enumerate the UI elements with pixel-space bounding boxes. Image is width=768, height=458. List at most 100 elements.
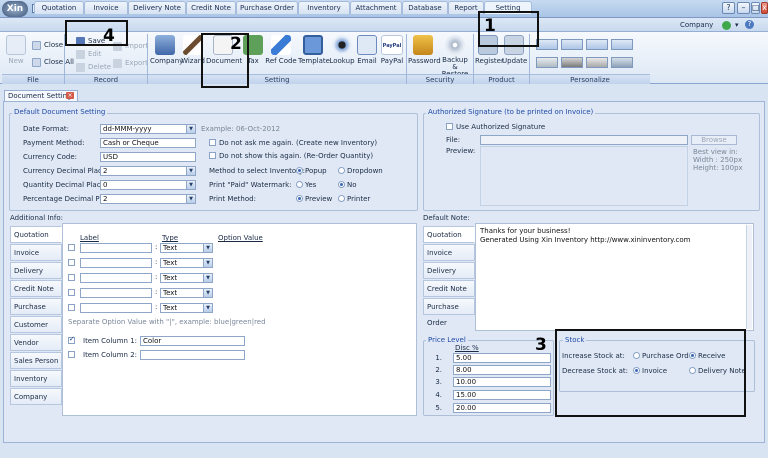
printer-radio[interactable]	[338, 195, 345, 202]
dropdown-radio[interactable]	[338, 167, 345, 174]
note-scrollbar[interactable]	[746, 225, 752, 329]
file-path-input[interactable]	[480, 135, 688, 145]
chevron-down-icon[interactable]: ▼	[203, 259, 212, 267]
currency-decimal-stepper[interactable]: 2 ▼	[100, 166, 196, 176]
row-type-select[interactable]: Text ▼	[160, 273, 213, 283]
quantity-decimal-stepper[interactable]: 0 ▼	[100, 180, 196, 190]
row-enable-checkbox[interactable]	[68, 259, 75, 266]
payment-method-input[interactable]: Cash or Cheque	[100, 138, 196, 148]
tab-invoice[interactable]: Invoice	[84, 1, 128, 14]
note-tab-purchase-order[interactable]: Purchase Order	[423, 298, 475, 327]
chevron-down-icon[interactable]: ▼	[186, 195, 195, 203]
info-tab-purchase-order[interactable]: Purchase Order	[10, 298, 62, 327]
theme-swatch[interactable]	[536, 39, 558, 50]
row-type-select[interactable]: Text ▼	[160, 243, 213, 253]
row-label-input[interactable]	[80, 243, 152, 253]
chevron-down-icon[interactable]: ▾	[735, 21, 739, 29]
row-type-select[interactable]: Text ▼	[160, 258, 213, 268]
paypal-button[interactable]: PayPal PayPal	[380, 34, 404, 72]
row-label-input[interactable]	[80, 258, 152, 268]
theme-swatch[interactable]	[611, 39, 633, 50]
close-icon[interactable]: ×	[66, 92, 74, 99]
edit-button[interactable]: Edit	[76, 49, 102, 60]
email-button[interactable]: Email	[356, 34, 378, 72]
popup-radio[interactable]	[296, 167, 303, 174]
price-level-input[interactable]: 10.00	[453, 377, 551, 387]
chevron-down-icon[interactable]: ▼	[203, 274, 212, 282]
tab-inventory[interactable]: Inventory	[298, 1, 350, 14]
note-tab-delivery-note[interactable]: Delivery Note	[423, 262, 475, 291]
do-not-ask-checkbox[interactable]	[209, 139, 216, 146]
lookup-button[interactable]: Lookup	[328, 34, 356, 72]
theme-swatch[interactable]	[586, 39, 608, 50]
row-type-select[interactable]: Text ▼	[160, 288, 213, 298]
template-button[interactable]: Template	[298, 34, 330, 72]
backup-restore-button[interactable]: Backup & Restore	[439, 34, 471, 78]
help-icon[interactable]: ?	[722, 2, 735, 14]
chevron-down-icon[interactable]: ▼	[186, 181, 195, 189]
row-label-input[interactable]	[80, 303, 152, 313]
info-tab-vendor[interactable]: Vendor	[10, 334, 62, 351]
company-selector[interactable]: Company	[680, 21, 713, 29]
row-enable-checkbox[interactable]	[68, 274, 75, 281]
close-button[interactable]: Close	[32, 40, 63, 51]
company-button[interactable]: Company	[150, 34, 183, 72]
maximize-icon[interactable]: □	[751, 2, 760, 14]
tab-database[interactable]: Database	[402, 1, 448, 14]
note-tab-credit-note[interactable]: Credit Note	[423, 280, 475, 297]
use-signature-checkbox[interactable]	[446, 123, 453, 130]
default-note-textarea[interactable]: Thanks for your business! Generated Usin…	[475, 223, 754, 331]
chevron-down-icon[interactable]: ▼	[186, 125, 195, 133]
password-button[interactable]: Password	[408, 34, 441, 72]
info-tab-customer[interactable]: Customer	[10, 316, 62, 333]
currency-code-input[interactable]: USD	[100, 152, 196, 162]
theme-swatch[interactable]	[561, 39, 583, 50]
delete-button[interactable]: Delete	[76, 62, 111, 73]
price-level-input[interactable]: 8.00	[453, 365, 551, 375]
date-format-select[interactable]: dd-MMM-yyyy ▼	[100, 124, 196, 134]
go-icon[interactable]	[722, 21, 731, 30]
tab-delivery-note[interactable]: Delivery Note	[128, 1, 186, 14]
chevron-down-icon[interactable]: ▼	[203, 244, 212, 252]
export-button[interactable]: Export	[113, 58, 148, 69]
tab-attachment[interactable]: Attachment	[350, 1, 402, 14]
item-column-1-checkbox[interactable]	[68, 335, 75, 344]
help-circle-icon[interactable]: ?	[745, 20, 754, 29]
row-enable-checkbox[interactable]	[68, 304, 75, 311]
new-button[interactable]: New	[4, 34, 28, 72]
minimize-icon[interactable]: –	[737, 2, 750, 14]
theme-swatch[interactable]	[561, 57, 583, 68]
chevron-down-icon[interactable]: ▼	[186, 167, 195, 175]
info-tab-company[interactable]: Company	[10, 388, 62, 405]
chevron-down-icon[interactable]: ▼	[203, 289, 212, 297]
price-level-input[interactable]: 20.00	[453, 403, 551, 413]
close-icon[interactable]: x	[761, 2, 768, 14]
chevron-down-icon[interactable]: ▼	[203, 304, 212, 312]
close-all-button[interactable]: Close All	[32, 57, 74, 68]
percentage-decimal-stepper[interactable]: 2 ▼	[100, 194, 196, 204]
browse-button[interactable]: Browse	[691, 135, 737, 145]
item-column-2-checkbox[interactable]	[68, 351, 75, 358]
item-column-1-input[interactable]: Color	[140, 336, 245, 346]
ref-code-button[interactable]: Ref Code	[265, 34, 297, 72]
theme-swatch[interactable]	[536, 57, 558, 68]
price-level-input[interactable]: 15.00	[453, 390, 551, 400]
theme-swatch[interactable]	[611, 57, 633, 68]
info-tab-credit-note[interactable]: Credit Note	[10, 280, 62, 297]
row-enable-checkbox[interactable]	[68, 244, 75, 251]
watermark-no-radio[interactable]	[338, 181, 345, 188]
preview-radio[interactable]	[296, 195, 303, 202]
watermark-yes-radio[interactable]	[296, 181, 303, 188]
info-tab-invoice[interactable]: Invoice	[10, 244, 62, 261]
info-tab-sales-person[interactable]: Sales Person	[10, 352, 62, 369]
note-tab-quotation[interactable]: Quotation	[423, 226, 475, 243]
info-tab-delivery-note[interactable]: Delivery Note	[10, 262, 62, 291]
row-type-select[interactable]: Text ▼	[160, 303, 213, 313]
note-tab-invoice[interactable]: Invoice	[423, 244, 475, 261]
tab-credit-note[interactable]: Credit Note	[186, 1, 236, 14]
item-column-2-input[interactable]	[140, 350, 245, 360]
info-tab-quotation[interactable]: Quotation	[10, 226, 62, 243]
info-tab-inventory[interactable]: Inventory	[10, 370, 62, 387]
tab-purchase-order[interactable]: Purchase Order	[236, 1, 298, 14]
tab-quotation[interactable]: Quotation	[34, 1, 84, 14]
